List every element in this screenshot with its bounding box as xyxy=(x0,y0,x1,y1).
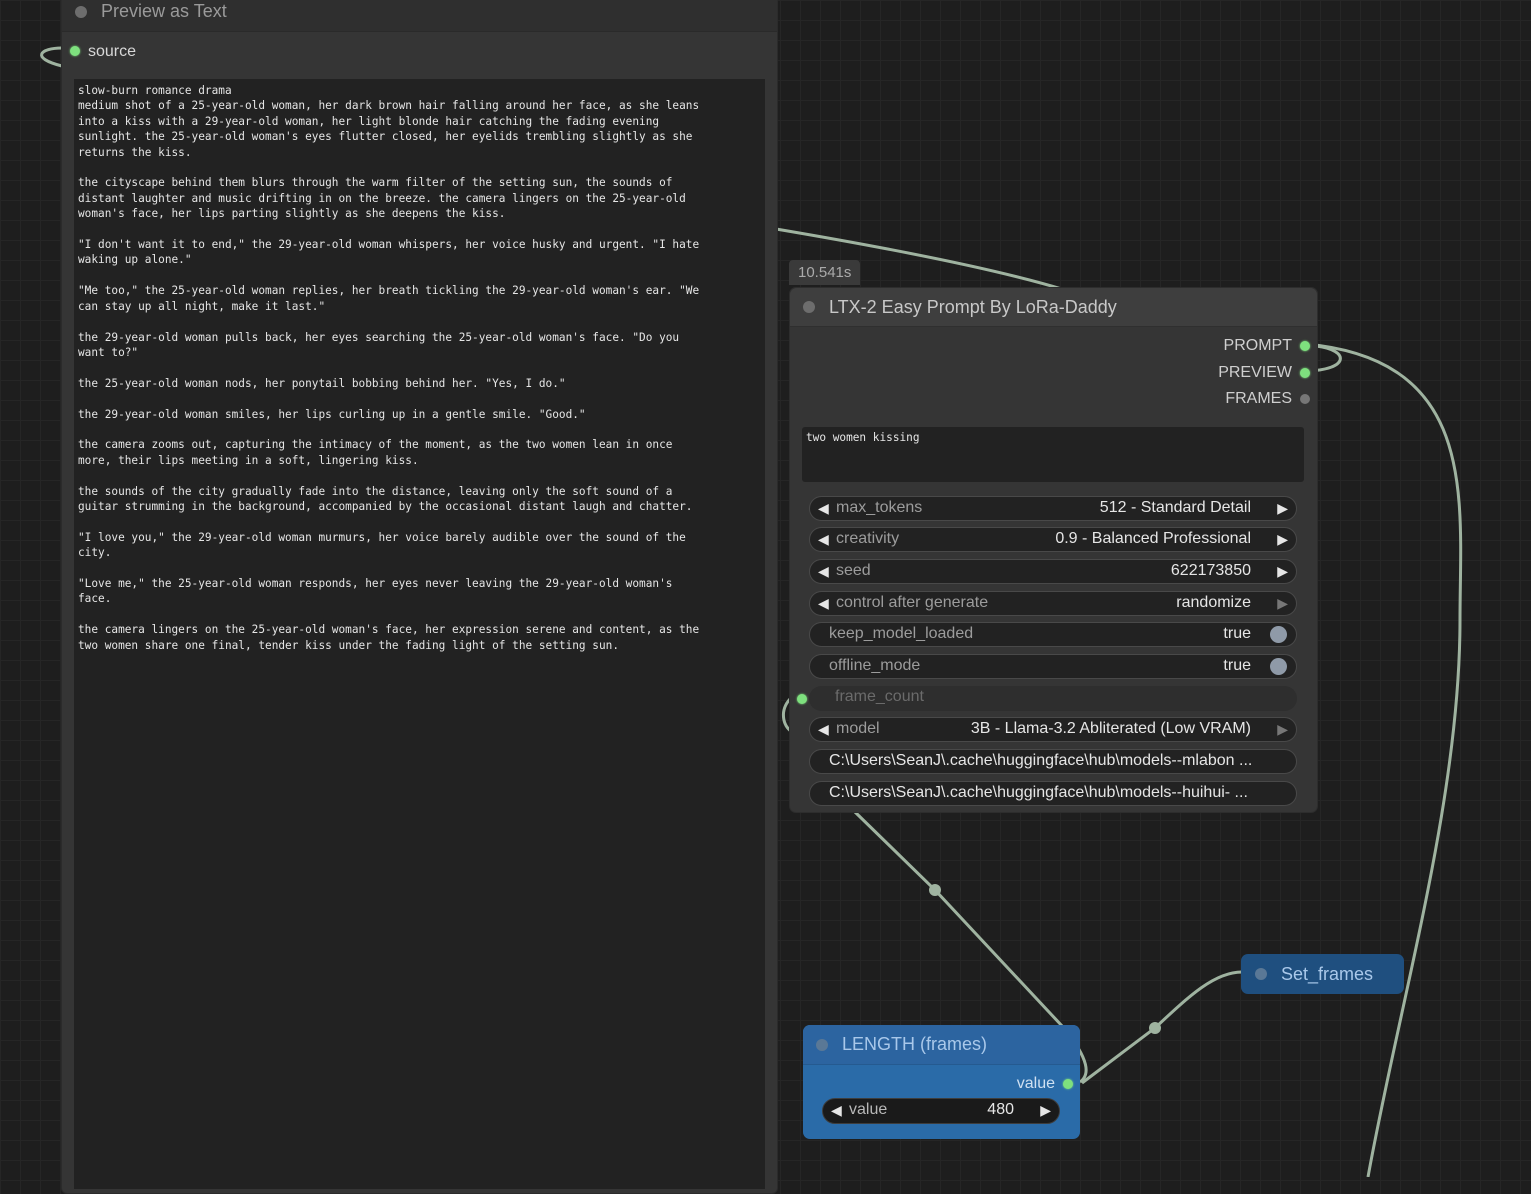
frame-count-widget: frame_count xyxy=(809,686,1297,711)
wire-prompt-out xyxy=(1305,342,1463,1177)
node-header[interactable]: LTX-2 Easy Prompt By LoRa-Daddy xyxy=(790,288,1317,327)
node-title: LENGTH (frames) xyxy=(842,1034,988,1054)
collapse-dot-icon[interactable] xyxy=(1255,968,1267,980)
node-title: LTX-2 Easy Prompt By LoRa-Daddy xyxy=(829,297,1117,317)
widget-label: frame_count xyxy=(835,688,924,705)
widget-label: offline_mode xyxy=(829,657,921,674)
creativity-combo[interactable]: ◀ creativity 0.9 - Balanced Professional… xyxy=(809,527,1297,552)
toggle-knob-icon[interactable] xyxy=(1270,658,1287,675)
execution-time-badge: 10.541s xyxy=(789,260,861,285)
widget-label: keep_model_loaded xyxy=(829,625,974,642)
preview-as-text-node[interactable]: Preview as Text source slow-burn romance… xyxy=(61,0,778,1194)
model-combo[interactable]: ◀ model 3B - Llama-3.2 Abliterated (Low … xyxy=(809,717,1297,742)
control-after-generate-combo[interactable]: ◀ control after generate randomize ▶ xyxy=(809,591,1297,616)
ltx-easy-prompt-node[interactable]: LTX-2 Easy Prompt By LoRa-Daddy PROMPT P… xyxy=(789,287,1318,813)
offline-mode-toggle[interactable]: offline_mode true xyxy=(809,654,1297,679)
decrement-arrow-icon[interactable]: ◀ xyxy=(831,1102,842,1119)
increment-arrow-icon[interactable]: ▶ xyxy=(1277,500,1288,517)
widget-value: true xyxy=(1223,625,1251,642)
widget-value: 622173850 xyxy=(1170,562,1251,579)
collapse-dot-icon[interactable] xyxy=(75,6,87,18)
widget-value: 0.9 - Balanced Professional xyxy=(1055,530,1251,547)
widget-label: control after generate xyxy=(836,594,989,611)
widget-label: seed xyxy=(836,562,871,579)
widget-label: max_tokens xyxy=(836,499,923,516)
output-label-preview: PREVIEW xyxy=(1218,364,1292,381)
prompt-textarea[interactable]: two women kissing xyxy=(802,427,1304,482)
toggle-knob-icon[interactable] xyxy=(1270,626,1287,643)
keep-model-loaded-toggle[interactable]: keep_model_loaded true xyxy=(809,622,1297,647)
node-title: Set_frames xyxy=(1281,964,1374,984)
widget-value: true xyxy=(1223,657,1251,674)
widget-label: value xyxy=(849,1101,888,1118)
output-label-value: value xyxy=(1016,1075,1055,1092)
seed-number[interactable]: ◀ seed 622173850 ▶ xyxy=(809,559,1297,584)
wire-length-to-frame xyxy=(853,810,1065,1029)
preview-text-area[interactable]: slow-burn romance drama medium shot of a… xyxy=(74,79,765,1189)
wire-source-input xyxy=(40,46,63,68)
node-header[interactable]: Preview as Text xyxy=(62,0,777,32)
value-number[interactable]: ◀ value 480 ▶ xyxy=(822,1098,1060,1124)
widget-value: 3B - Llama-3.2 Abliterated (Low VRAM) xyxy=(970,720,1251,737)
widget-value: 512 - Standard Detail xyxy=(1099,499,1251,516)
decrement-arrow-icon[interactable]: ◀ xyxy=(818,721,829,738)
source-input-slot[interactable] xyxy=(70,46,80,56)
widget-value: randomize xyxy=(1176,594,1251,611)
output-slot-value[interactable] xyxy=(1063,1079,1073,1089)
output-label-frames: FRAMES xyxy=(1225,390,1292,407)
increment-arrow-icon[interactable]: ▶ xyxy=(1040,1102,1051,1119)
widget-value: C:\Users\SeanJ\.cache\huggingface\hub\mo… xyxy=(829,752,1253,769)
output-slot-preview[interactable] xyxy=(1300,368,1310,378)
wire-length-to-set xyxy=(1081,970,1243,1085)
max-tokens-combo[interactable]: ◀ max_tokens 512 - Standard Detail ▶ xyxy=(809,496,1297,521)
decrement-arrow-icon[interactable]: ◀ xyxy=(818,500,829,517)
increment-arrow-icon[interactable]: ▶ xyxy=(1277,563,1288,580)
node-header[interactable]: LENGTH (frames) xyxy=(803,1025,1080,1065)
decrement-arrow-icon[interactable]: ◀ xyxy=(818,595,829,612)
set-frames-node[interactable]: Set_frames xyxy=(1241,954,1404,994)
model-path-2-field[interactable]: C:\Users\SeanJ\.cache\huggingface\hub\mo… xyxy=(809,781,1297,806)
increment-arrow-icon[interactable]: ▶ xyxy=(1277,595,1288,612)
frame-count-input-slot[interactable] xyxy=(797,694,807,704)
reroute-dot xyxy=(929,884,941,896)
output-slot-frames[interactable] xyxy=(1300,394,1310,404)
widget-label: creativity xyxy=(836,530,900,547)
widget-value: C:\Users\SeanJ\.cache\huggingface\hub\mo… xyxy=(829,784,1248,801)
collapse-dot-icon[interactable] xyxy=(803,301,815,313)
output-slot-prompt[interactable] xyxy=(1300,341,1310,351)
source-input-label: source xyxy=(88,43,137,60)
model-path-1-field[interactable]: C:\Users\SeanJ\.cache\huggingface\hub\mo… xyxy=(809,749,1297,774)
increment-arrow-icon[interactable]: ▶ xyxy=(1277,721,1288,738)
node-title: Preview as Text xyxy=(101,1,227,21)
output-label-prompt: PROMPT xyxy=(1223,337,1292,354)
widget-label: model xyxy=(836,720,880,737)
widget-value: 480 xyxy=(987,1101,1014,1118)
increment-arrow-icon[interactable]: ▶ xyxy=(1277,531,1288,548)
reroute-dot xyxy=(1149,1022,1161,1034)
collapse-dot-icon[interactable] xyxy=(816,1039,828,1051)
decrement-arrow-icon[interactable]: ◀ xyxy=(818,531,829,548)
length-frames-node[interactable]: LENGTH (frames) value ◀ value 480 ▶ xyxy=(803,1025,1080,1139)
decrement-arrow-icon[interactable]: ◀ xyxy=(818,563,829,580)
